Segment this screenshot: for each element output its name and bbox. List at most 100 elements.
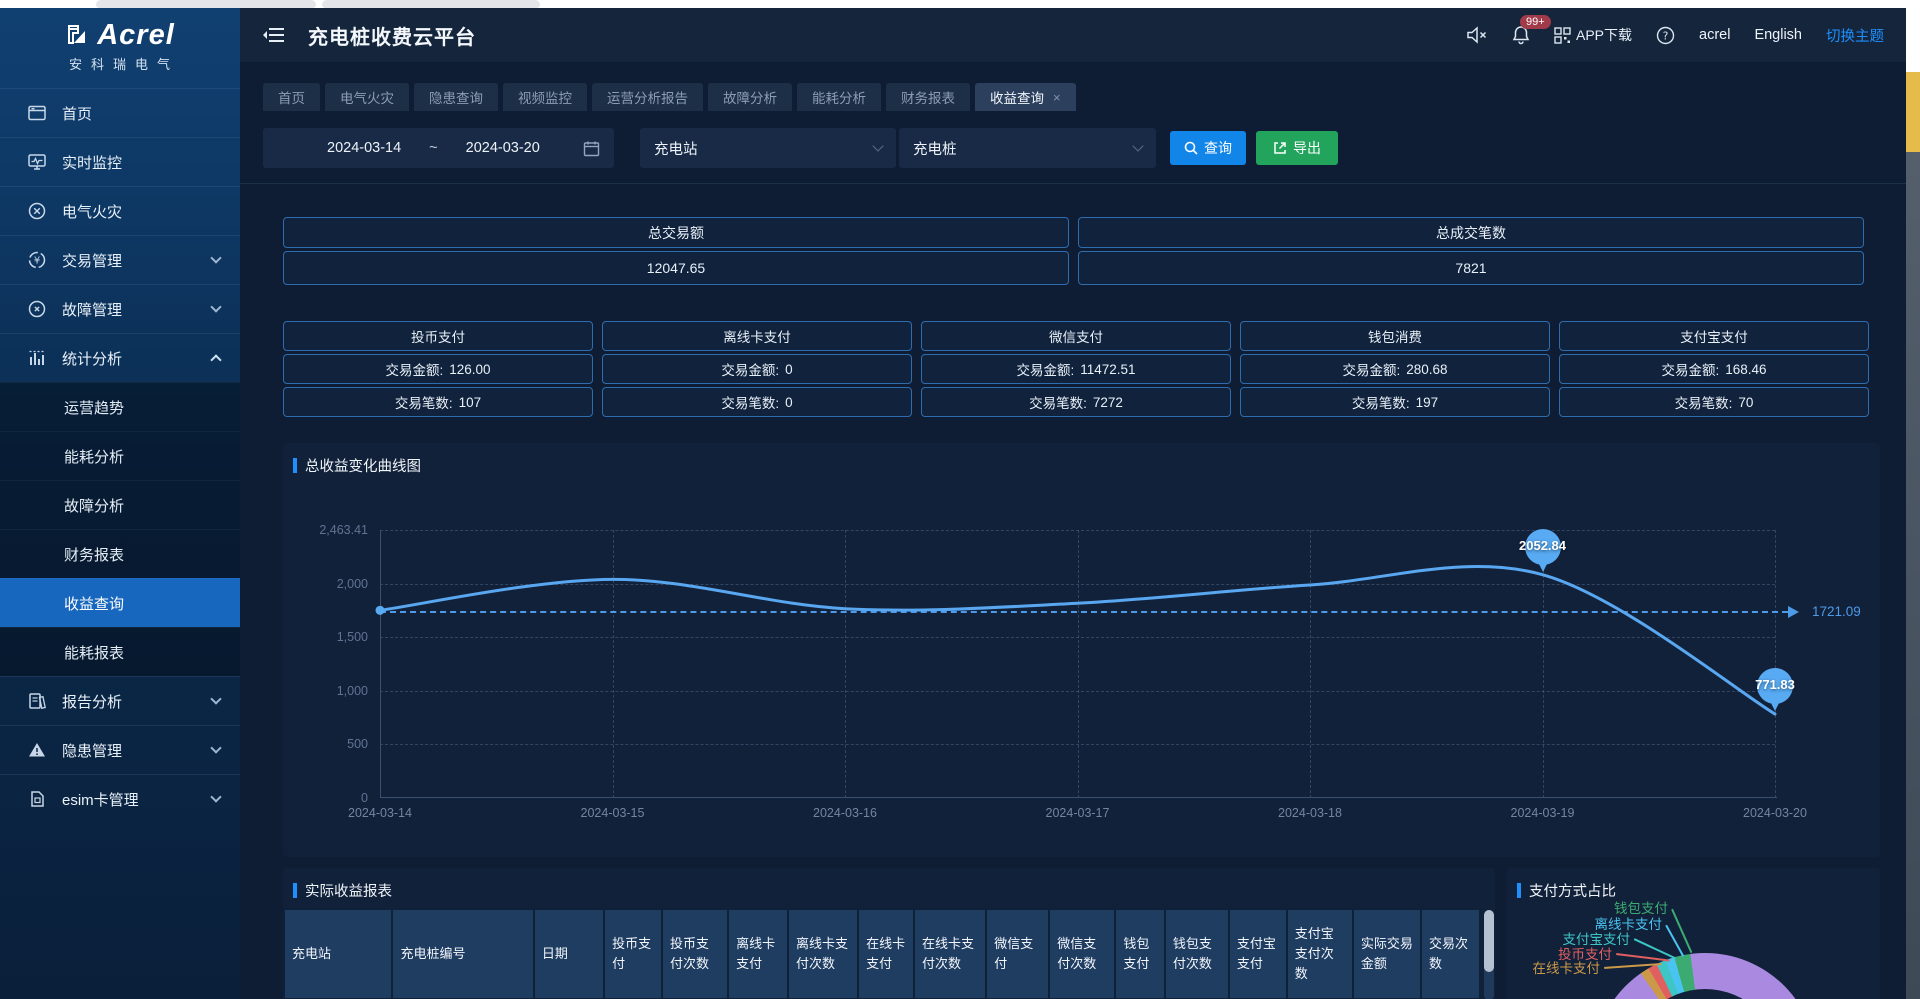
scrollbar-thumb[interactable] xyxy=(1906,72,1920,152)
total-count-stat: 总成交笔数 7821 xyxy=(1078,217,1864,285)
date-range-input[interactable]: 2024-03-14 ~ 2024-03-20 xyxy=(263,128,614,168)
submenu-label: 故障分析 xyxy=(64,495,124,516)
column-header[interactable]: 离线卡支付 xyxy=(728,909,788,999)
column-header[interactable]: 支付宝支付次数 xyxy=(1287,909,1353,999)
sidebar-item-label: 隐患管理 xyxy=(62,740,122,761)
help-icon[interactable]: ? xyxy=(1656,26,1675,45)
total-count-label: 总成交笔数 xyxy=(1078,217,1864,248)
sidebar-item-label: 报告分析 xyxy=(62,691,122,712)
close-icon[interactable]: × xyxy=(1053,90,1061,105)
payment-title: 支付宝支付 xyxy=(1559,321,1869,351)
pile-select[interactable]: 充电桩 xyxy=(899,128,1156,168)
sidebar-item-electrical-fire[interactable]: 电气火灾 xyxy=(0,186,240,235)
search-button[interactable]: 查询 xyxy=(1170,131,1246,165)
submenu-item-energy-report[interactable]: 能耗报表 xyxy=(0,627,240,676)
column-header[interactable]: 钱包支付 xyxy=(1115,909,1165,999)
column-header[interactable]: 在线卡支付 xyxy=(858,909,914,999)
column-header[interactable]: 交易次数 xyxy=(1421,909,1480,999)
leader-line xyxy=(1616,953,1670,962)
sidebar-item-report-analysis[interactable]: 报告分析 xyxy=(0,676,240,725)
tab-fault-analysis[interactable]: 故障分析 xyxy=(708,83,792,111)
submenu-item-finance-report[interactable]: 财务报表 xyxy=(0,529,240,578)
column-header[interactable]: 充电桩编号 xyxy=(392,909,533,999)
column-header[interactable]: 投币支付 xyxy=(604,909,662,999)
monitor-icon xyxy=(27,152,47,172)
x-tick-label: 2024-03-20 xyxy=(1710,806,1840,820)
amount-value: 126.00 xyxy=(449,362,490,377)
date-start: 2024-03-14 xyxy=(327,140,401,156)
payment-cards: 投币支付 交易金额:126.00 交易笔数:107 离线卡支付 交易金额:0 交… xyxy=(283,321,1869,417)
x-tick-label: 2024-03-17 xyxy=(1013,806,1143,820)
count-value: 70 xyxy=(1738,395,1753,410)
notification-bell[interactable]: 99+ xyxy=(1512,25,1530,45)
column-header[interactable]: 充电站 xyxy=(284,909,392,999)
svg-text:?: ? xyxy=(1663,30,1669,42)
average-value-label: 1721.09 xyxy=(1812,604,1861,619)
column-header[interactable]: 离线卡支付次数 xyxy=(788,909,858,999)
filter-bar: 2024-03-14 ~ 2024-03-20 充电站 充电桩 查询 导出 xyxy=(263,128,1906,168)
column-header[interactable]: 钱包支付次数 xyxy=(1165,909,1229,999)
column-header[interactable]: 实际交易金额 xyxy=(1353,909,1421,999)
donut-title: 支付方式占比 xyxy=(1517,880,1616,901)
export-button[interactable]: 导出 xyxy=(1256,131,1338,165)
title-accent-bar xyxy=(1517,883,1521,898)
submenu-item-operation-trend[interactable]: 运营趋势 xyxy=(0,382,240,431)
tab-electrical-fire[interactable]: 电气火灾 xyxy=(325,83,409,111)
column-header[interactable]: 微信支付次数 xyxy=(1049,909,1115,999)
sidebar-item-transaction-mgmt[interactable]: ¥ 交易管理 xyxy=(0,235,240,284)
browser-top-strip xyxy=(0,0,1920,8)
payment-title: 离线卡支付 xyxy=(602,321,912,351)
submenu-item-revenue-query[interactable]: 收益查询 xyxy=(0,578,240,627)
donut-label: 在线卡支付 xyxy=(1533,957,1601,977)
mute-speaker-icon[interactable] xyxy=(1466,26,1488,44)
page-scrollbar[interactable] xyxy=(1906,0,1920,999)
table-scrollbar-thumb[interactable] xyxy=(1484,910,1494,972)
yen-circle-icon: ¥ xyxy=(27,250,47,270)
count-label: 交易笔数: xyxy=(395,392,453,412)
column-header[interactable]: 微信支付 xyxy=(986,909,1049,999)
scrollbar-top-zone xyxy=(1906,0,1920,72)
column-header[interactable]: 投币支付次数 xyxy=(662,909,728,999)
total-amount-label: 总交易额 xyxy=(283,217,1069,248)
tab-revenue-query[interactable]: 收益查询× xyxy=(975,83,1076,111)
sidebar-item-realtime-monitor[interactable]: 实时监控 xyxy=(0,137,240,186)
submenu-label: 运营趋势 xyxy=(64,397,124,418)
table-scrollbar[interactable] xyxy=(1484,910,1494,999)
amount-label: 交易金额: xyxy=(1661,359,1719,379)
chevron-down-icon xyxy=(210,791,221,802)
tab-home[interactable]: 首页 xyxy=(263,83,320,111)
submenu-item-energy-analysis[interactable]: 能耗分析 xyxy=(0,431,240,480)
sidebar-item-hazard-mgmt[interactable]: 隐患管理 xyxy=(0,725,240,774)
y-tick-label: 2,463.41 xyxy=(288,523,368,537)
station-select[interactable]: 充电站 xyxy=(640,128,896,168)
warning-icon xyxy=(27,740,47,760)
main-area: 充电桩收费云平台 99+ APP下载 ? acrel English 切换主题 … xyxy=(240,8,1906,999)
column-header[interactable]: 支付宝支付 xyxy=(1229,909,1287,999)
sidebar-item-home[interactable]: 首页 xyxy=(0,88,240,137)
sidebar-item-label: 电气火灾 xyxy=(62,201,122,222)
username[interactable]: acrel xyxy=(1699,27,1730,43)
app-download[interactable]: APP下载 xyxy=(1554,25,1632,45)
data-point-label: 2052.84 xyxy=(1519,538,1566,553)
sidebar-item-statistics[interactable]: 统计分析 xyxy=(0,333,240,382)
theme-switch-link[interactable]: 切换主题 xyxy=(1826,25,1884,46)
sidebar-item-fault-mgmt[interactable]: 故障管理 xyxy=(0,284,240,333)
sidebar-collapse-icon[interactable] xyxy=(262,26,286,44)
first-point-dot xyxy=(376,606,385,615)
language-switch[interactable]: English xyxy=(1754,27,1802,43)
revenue-line-chart-card: 总收益变化曲线图 2,463.41 2,000 1,500 1,000 500 … xyxy=(283,443,1880,857)
tab-video-monitor[interactable]: 视频监控 xyxy=(503,83,587,111)
x-tick-label: 2024-03-16 xyxy=(780,806,910,820)
fault-circle-icon xyxy=(27,299,47,319)
column-header[interactable]: 在线卡支付次数 xyxy=(914,909,986,999)
submenu-item-fault-analysis[interactable]: 故障分析 xyxy=(0,480,240,529)
tab-hazard-query[interactable]: 隐患查询 xyxy=(414,83,498,111)
column-header[interactable]: 日期 xyxy=(534,909,604,999)
tab-finance-report[interactable]: 财务报表 xyxy=(886,83,970,111)
tab-operation-report[interactable]: 运营分析报告 xyxy=(592,83,703,111)
payment-card-alipay: 支付宝支付 交易金额:168.46 交易笔数:70 xyxy=(1559,321,1869,417)
amount-value: 280.68 xyxy=(1406,362,1447,377)
tab-energy-analysis[interactable]: 能耗分析 xyxy=(797,83,881,111)
sidebar-item-esim-mgmt[interactable]: esim卡管理 xyxy=(0,774,240,823)
payment-card-wechat: 微信支付 交易金额:11472.51 交易笔数:7272 xyxy=(921,321,1231,417)
